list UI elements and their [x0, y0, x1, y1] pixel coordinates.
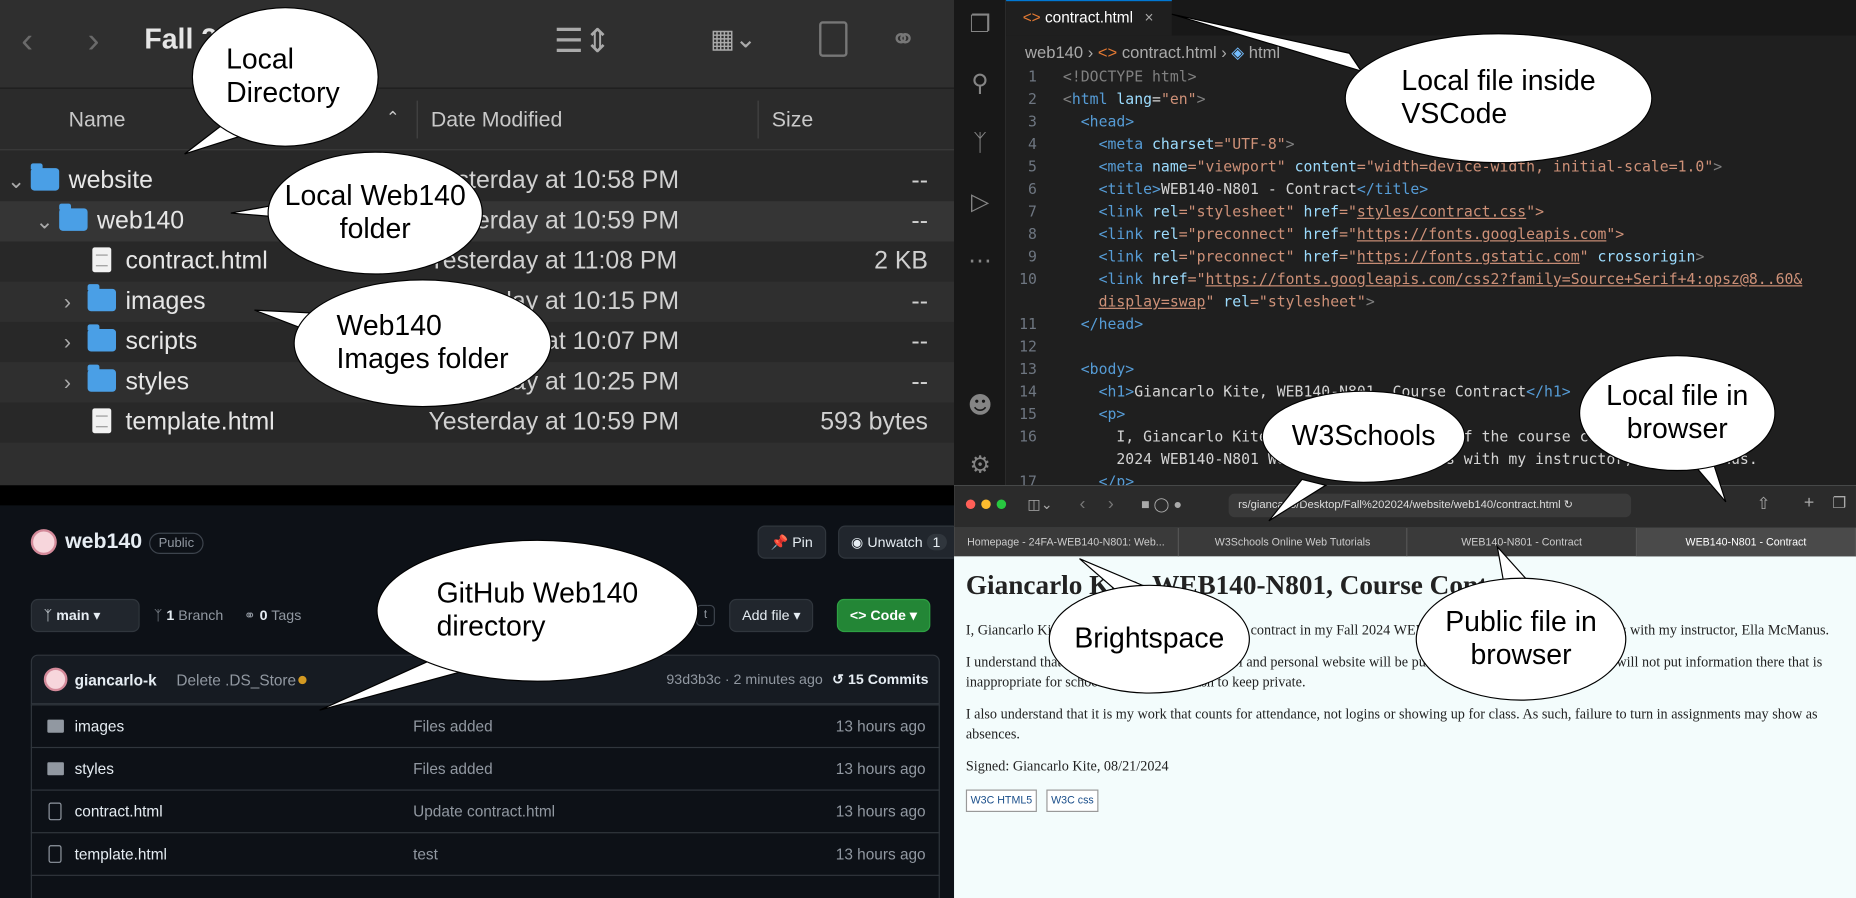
- callout-w3schools: W3Schools: [1261, 390, 1466, 483]
- callout-images-folder: Web140 Images folder: [293, 279, 552, 408]
- callout-public-browser: Public file in browser: [1415, 577, 1627, 701]
- callout-local-web140: Local Web140 folder: [267, 151, 483, 275]
- callout-local-directory: Local Directory: [191, 7, 379, 147]
- callout-vscode: Local file inside VSCode: [1344, 33, 1653, 164]
- callout-local-browser: Local file in browser: [1579, 355, 1776, 472]
- callout-brightspace: Brightspace: [1048, 584, 1250, 694]
- callout-github: GitHub Web140 directory: [376, 539, 699, 682]
